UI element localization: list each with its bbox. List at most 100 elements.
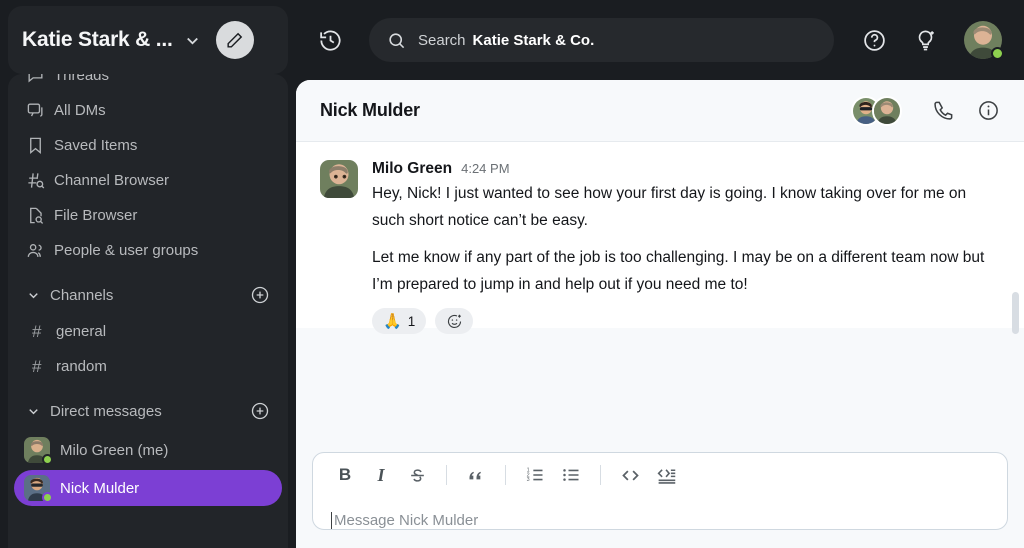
- search-icon: [387, 31, 406, 50]
- message-paragraph: Let me know if any part of the job is to…: [372, 249, 985, 293]
- message-input-placeholder: Message Nick Mulder: [334, 511, 479, 529]
- file-search-icon: [26, 206, 54, 225]
- avatar-image: [320, 160, 358, 198]
- message-body: Milo Green 4:24 PM Hey, Nick! I just wan…: [372, 160, 1000, 334]
- conversation-header: Nick Mulder: [296, 80, 1024, 142]
- channel-search-icon: [26, 171, 54, 190]
- compose-message-button[interactable]: [215, 21, 254, 59]
- code-block-button[interactable]: [650, 459, 682, 491]
- slack-app-window: Threads All DMs Saved Items Channel Brow…: [0, 0, 1024, 548]
- workspace-title: Katie Stark & ...: [22, 28, 173, 51]
- plus-circle-icon[interactable]: [250, 401, 270, 421]
- code-button[interactable]: [614, 459, 646, 491]
- sidebar-channel-random[interactable]: # random: [14, 349, 282, 384]
- composer-container: B I 123 Message Nick Mulder: [296, 430, 1024, 548]
- sidebar-dm-nick-mulder[interactable]: Nick Mulder: [14, 470, 282, 506]
- page-title: Nick Mulder: [320, 100, 420, 120]
- message-item: Milo Green 4:24 PM Hey, Nick! I just wan…: [320, 160, 1000, 334]
- dm-label: Nick Mulder: [60, 479, 140, 497]
- main-area: Search Katie Stark & Co. Nick Mulder Mil…: [296, 0, 1024, 548]
- sidebar-item-label: Saved Items: [54, 137, 138, 154]
- sidebar-item-label: Threads: [54, 74, 110, 84]
- info-circle-icon[interactable]: [977, 99, 1000, 122]
- message-header: Milo Green 4:24 PM: [372, 160, 1000, 178]
- toolbar-divider: [600, 465, 601, 485]
- sidebar-channel-general[interactable]: # general: [14, 314, 282, 349]
- help-circle-icon[interactable]: [862, 28, 887, 53]
- bold-button[interactable]: B: [329, 459, 361, 491]
- threads-icon: [26, 74, 54, 85]
- presence-online-dot: [42, 454, 53, 465]
- chevron-down-icon: [26, 404, 50, 419]
- ordered-list-button[interactable]: 123: [519, 459, 551, 491]
- member-avatars[interactable]: [851, 95, 902, 126]
- sidebar-item-file-browser[interactable]: File Browser: [14, 198, 282, 233]
- sidebar-item-threads[interactable]: Threads: [14, 74, 282, 93]
- bookmark-icon: [26, 136, 54, 155]
- all-dms-icon: [26, 101, 54, 120]
- avatar[interactable]: [964, 21, 1004, 60]
- pencil-icon: [225, 31, 244, 50]
- hash-icon: #: [32, 321, 42, 341]
- sidebar-item-all-dms[interactable]: All DMs: [14, 93, 282, 128]
- workspace-header[interactable]: Katie Stark & ...: [8, 6, 288, 74]
- strikethrough-button[interactable]: [401, 459, 433, 491]
- search-value: Katie Stark & Co.: [472, 31, 595, 49]
- italic-button[interactable]: I: [365, 459, 397, 491]
- formatting-toolbar: B I 123: [313, 453, 1007, 497]
- plus-circle-icon[interactable]: [250, 285, 270, 305]
- scrollbar-thumb[interactable]: [1012, 292, 1019, 334]
- message-list: Milo Green 4:24 PM Hey, Nick! I just wan…: [296, 142, 1024, 334]
- scrollbar[interactable]: [1012, 292, 1019, 334]
- sidebar-item-label: All DMs: [54, 102, 106, 119]
- top-bar-actions: [862, 21, 1004, 60]
- chevron-down-icon[interactable]: [183, 31, 202, 50]
- people-icon: [26, 241, 54, 260]
- top-bar: Search Katie Stark & Co.: [296, 0, 1024, 80]
- section-label: Channels: [50, 286, 114, 304]
- sidebar-item-label: People & user groups: [54, 242, 199, 259]
- message-input[interactable]: Message Nick Mulder: [313, 497, 1007, 529]
- sidebar-item-people-user-groups[interactable]: People & user groups: [14, 233, 282, 268]
- conversation-pane: Nick Mulder Milo Green 4:24 PM Hey, Nick…: [296, 80, 1024, 548]
- channel-label: random: [56, 358, 107, 375]
- search-placeholder: Search: [418, 31, 466, 49]
- sidebar-dm-milo-green[interactable]: Milo Green (me): [14, 432, 282, 468]
- presence-online-dot: [991, 47, 1004, 60]
- message-author[interactable]: Milo Green: [372, 160, 452, 178]
- hash-icon: #: [32, 356, 42, 376]
- history-clock-icon[interactable]: [318, 28, 343, 53]
- reaction-count: 1: [407, 313, 416, 329]
- blockquote-button[interactable]: [460, 459, 492, 491]
- section-header-channels[interactable]: Channels: [14, 276, 282, 314]
- sidebar-item-label: File Browser: [54, 207, 138, 224]
- bulleted-list-button[interactable]: [555, 459, 587, 491]
- text-caret: [331, 511, 332, 529]
- sidebar-item-label: Channel Browser: [54, 172, 170, 189]
- avatar[interactable]: [320, 160, 358, 198]
- sidebar-item-saved-items[interactable]: Saved Items: [14, 128, 282, 163]
- toolbar-divider: [505, 465, 506, 485]
- phone-icon[interactable]: [932, 99, 955, 122]
- lightbulb-sparkle-icon[interactable]: [913, 28, 938, 53]
- message-paragraph: Hey, Nick! I just wanted to see how your…: [372, 185, 967, 229]
- svg-text:3: 3: [527, 477, 530, 483]
- avatar-image: [874, 97, 900, 124]
- avatar: [24, 437, 53, 465]
- conversation-actions: [851, 95, 1000, 126]
- presence-online-dot: [42, 492, 53, 503]
- message-composer: B I 123 Message Nick Mulder: [312, 452, 1008, 530]
- search-input[interactable]: Search Katie Stark & Co.: [369, 18, 834, 62]
- add-reaction-icon[interactable]: [435, 308, 474, 334]
- channel-label: general: [56, 323, 107, 340]
- pray-emoji: 🙏: [383, 312, 402, 330]
- dm-label: Milo Green (me): [60, 441, 169, 459]
- sidebar: Threads All DMs Saved Items Channel Brow…: [0, 0, 296, 548]
- reaction-pill[interactable]: 🙏 1: [372, 308, 427, 334]
- toolbar-divider: [446, 465, 447, 485]
- avatar: [24, 475, 53, 503]
- section-header-direct-messages[interactable]: Direct messages: [14, 392, 282, 430]
- sidebar-item-channel-browser[interactable]: Channel Browser: [14, 163, 282, 198]
- chevron-down-icon: [26, 288, 50, 303]
- reaction-bar: 🙏 1: [372, 308, 1000, 334]
